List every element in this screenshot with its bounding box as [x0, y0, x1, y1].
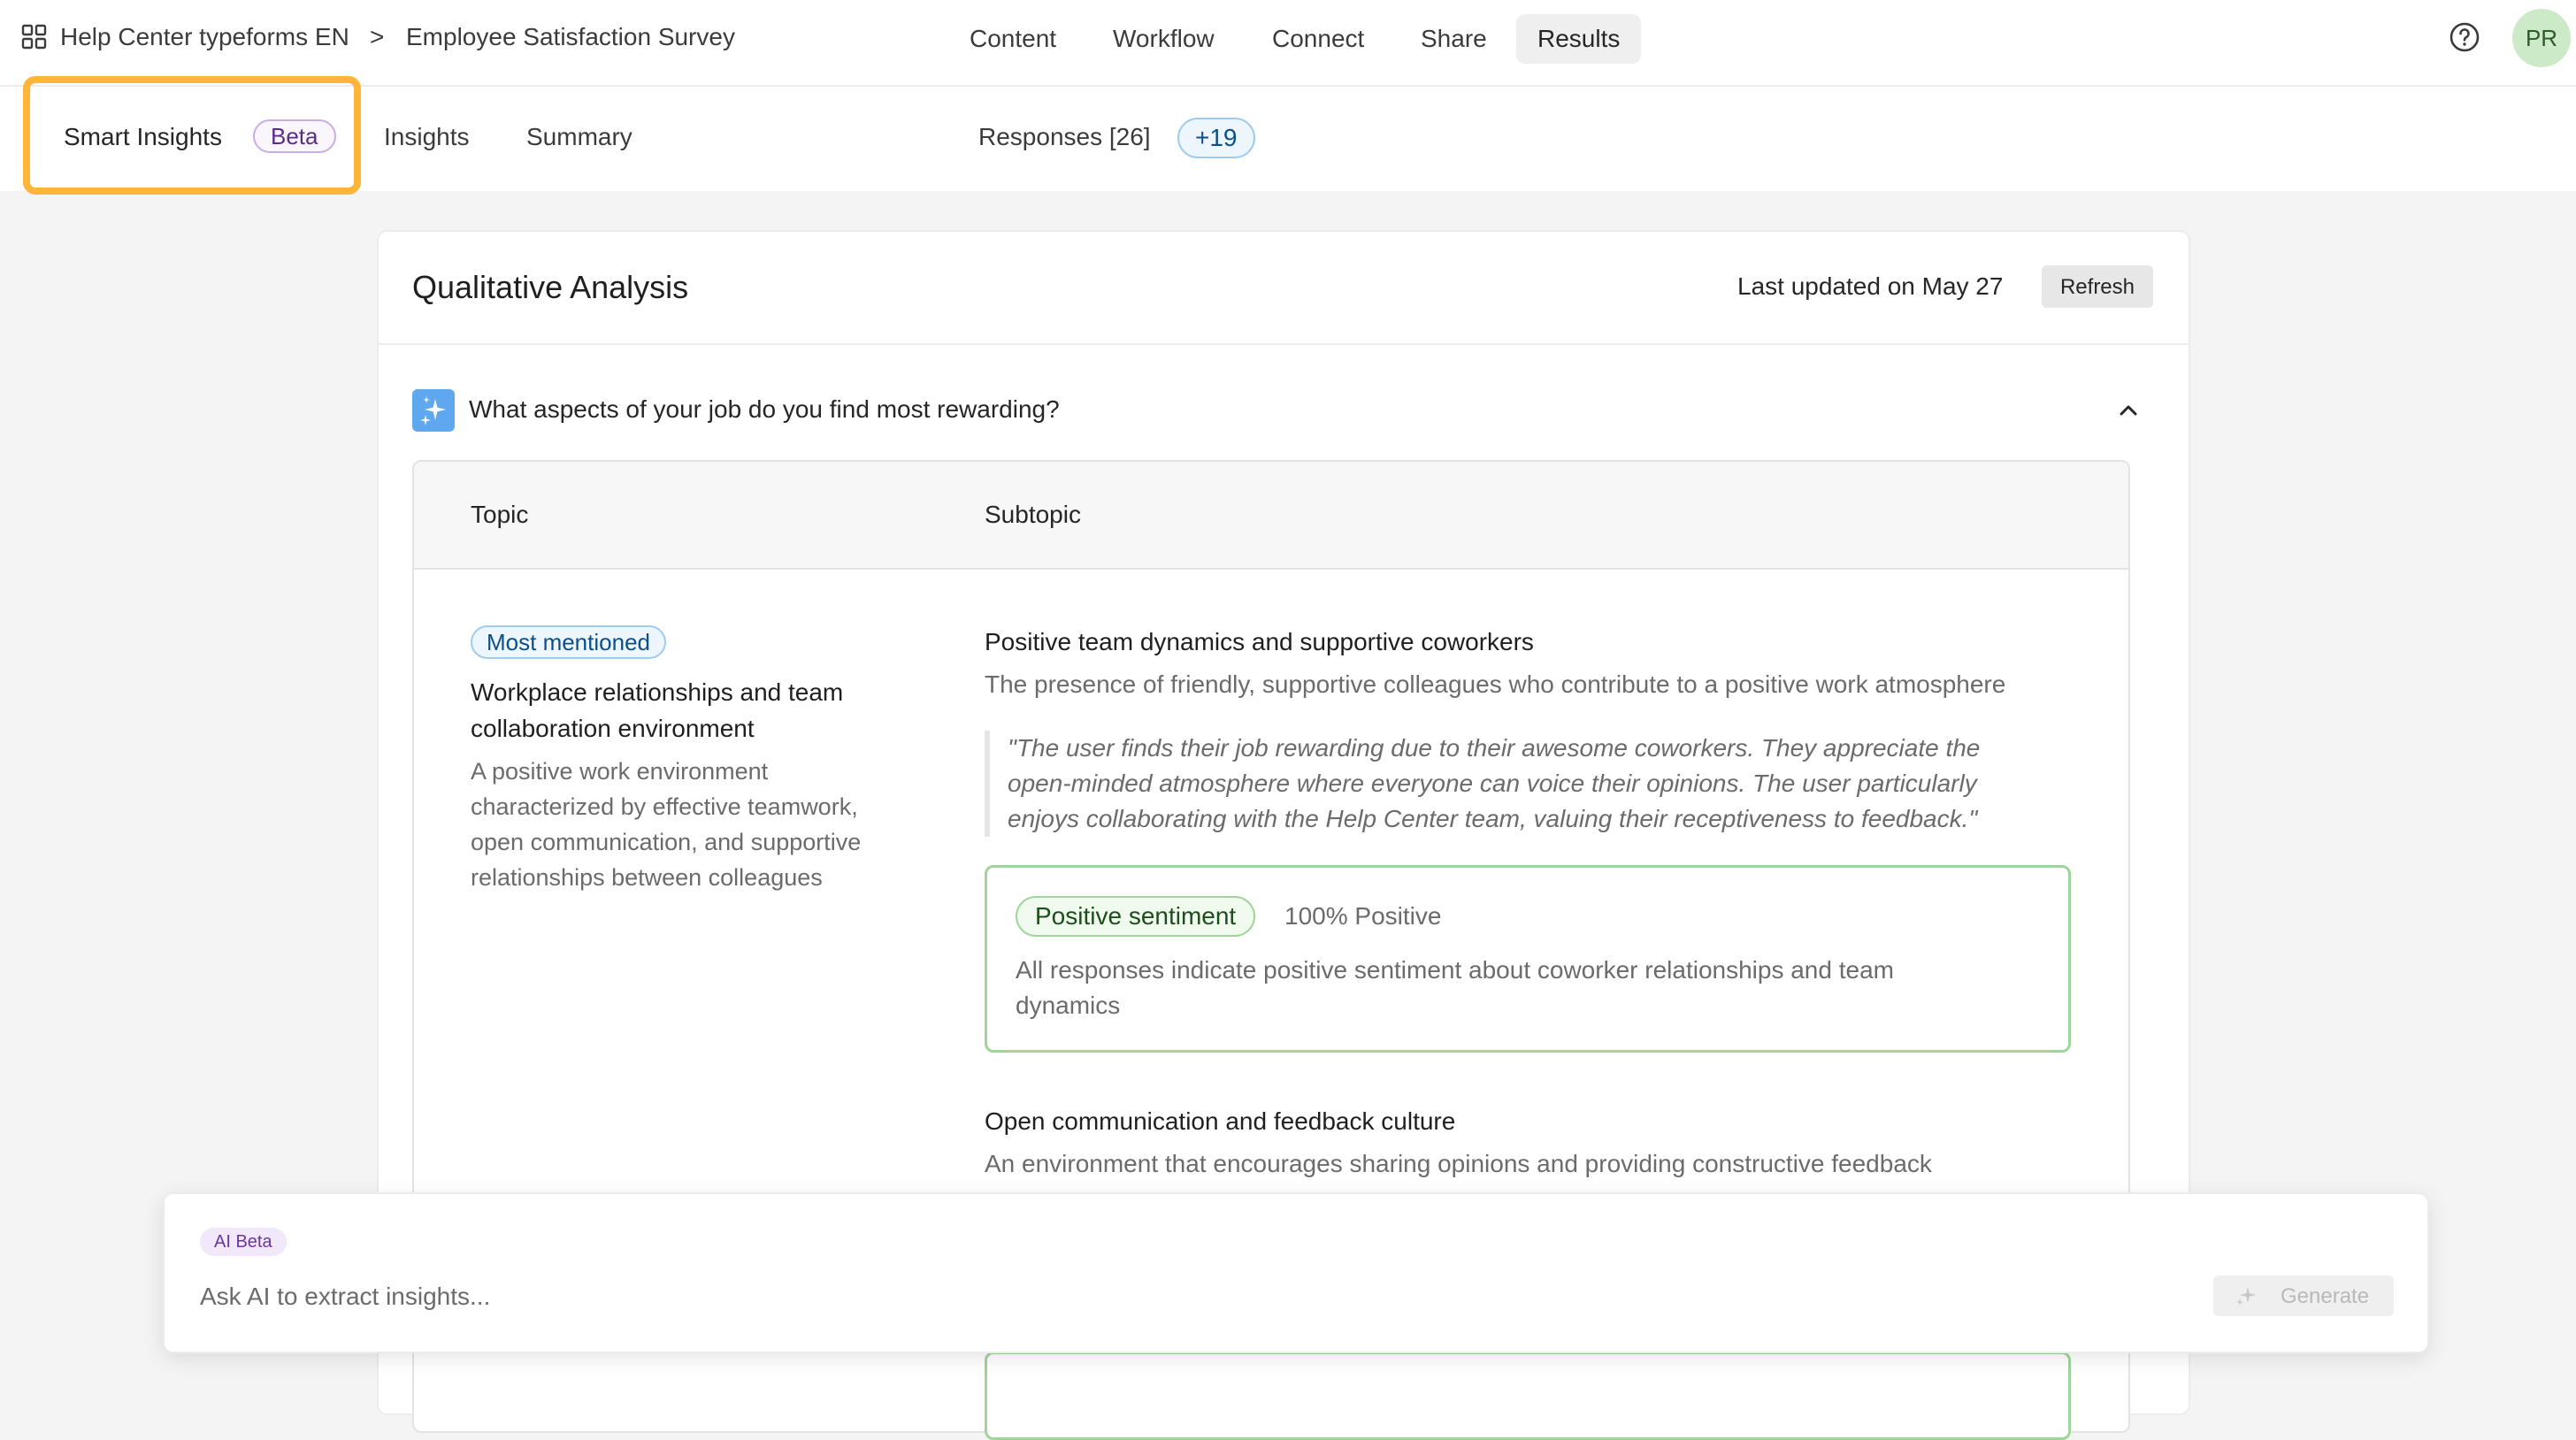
chevron-up-icon[interactable] [2116, 398, 2141, 423]
new-responses-badge[interactable]: +19 [1177, 118, 1255, 158]
breadcrumb-separator: > [370, 23, 385, 50]
sentiment-badge: Positive sentiment [1016, 896, 1256, 937]
subtopic-title: Open communication and feedback culture [985, 1107, 1456, 1135]
topic-title: Workplace relationships and team collabo… [471, 678, 844, 742]
response-quote: "The user finds their job rewarding due … [985, 731, 2028, 837]
subtopic-title: Positive team dynamics and supportive co… [985, 628, 1534, 655]
table-header [414, 462, 2128, 570]
sentiment-panel [985, 1352, 2071, 1440]
refresh-button[interactable]: Refresh [2042, 265, 2153, 308]
ai-prompt-bar [163, 1192, 2429, 1353]
subtopic-description: The presence of friendly, supportive col… [985, 670, 2006, 698]
breadcrumb-form-name[interactable]: Employee Satisfaction Survey [406, 19, 735, 55]
tab-responses[interactable]: Responses [26] [978, 119, 1151, 155]
card-divider [377, 343, 2190, 345]
nav-results[interactable]: Results [1516, 14, 1642, 64]
column-subtopic: Subtopic [985, 501, 1081, 528]
ai-prompt-input[interactable] [200, 1277, 2146, 1316]
tab-smart-insights[interactable]: Smart Insights [64, 119, 222, 155]
ai-sparkle-icon [412, 389, 455, 432]
sparkle-icon [2236, 1287, 2256, 1306]
card-title: Qualitative Analysis [412, 269, 689, 305]
nav-connect[interactable]: Connect [1272, 14, 1364, 64]
grid-icon[interactable] [21, 24, 48, 50]
sentiment-percentage: 100% Positive [1284, 902, 1442, 930]
most-mentioned-badge: Most mentioned [471, 625, 666, 659]
tab-summary[interactable]: Summary [526, 119, 632, 155]
subtopic-description: An environment that encourages sharing o… [985, 1150, 1932, 1177]
last-updated-text: Last updated on May 27 [1737, 272, 2004, 300]
avatar[interactable]: PR [2512, 9, 2571, 67]
nav-workflow[interactable]: Workflow [1113, 14, 1215, 64]
nav-content[interactable]: Content [970, 14, 1056, 64]
beta-badge: Beta [253, 119, 336, 153]
question-title[interactable]: What aspects of your job do you find mos… [469, 391, 1060, 428]
breadcrumb-workspace[interactable]: Help Center typeforms EN [60, 19, 349, 55]
help-icon[interactable] [2449, 21, 2480, 53]
tab-insights[interactable]: Insights [384, 119, 470, 155]
ai-beta-badge: AI Beta [200, 1228, 287, 1256]
sentiment-description: All responses indicate positive sentimen… [1016, 956, 1894, 1019]
nav-share[interactable]: Share [1421, 14, 1487, 64]
column-topic: Topic [471, 501, 529, 528]
topic-description: A positive work environment characterize… [471, 758, 862, 891]
